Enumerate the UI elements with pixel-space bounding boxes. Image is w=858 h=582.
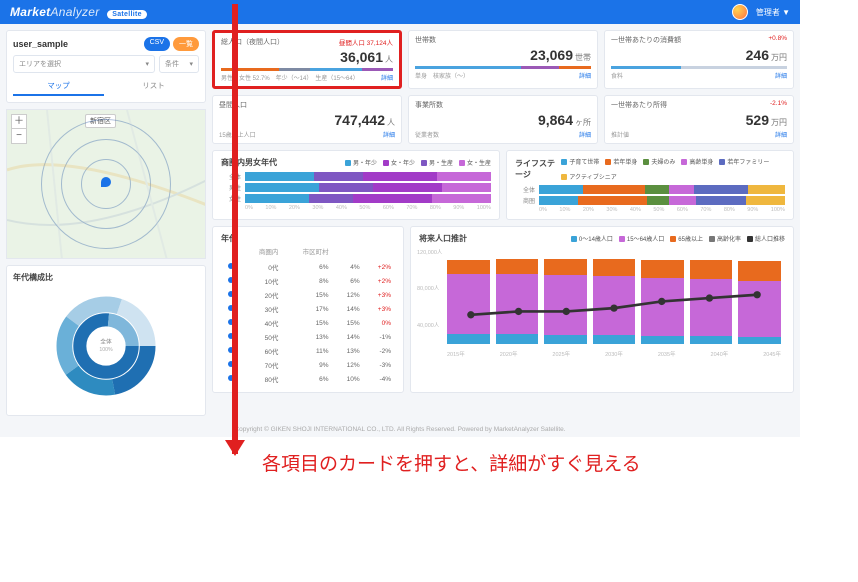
- tab-map[interactable]: マップ: [13, 77, 104, 96]
- donut-chart: 全体 100%: [51, 291, 161, 401]
- annotation-text: 各項目のカードを押すと、詳細がすぐ見える: [262, 449, 800, 476]
- svg-text:全体: 全体: [100, 337, 112, 345]
- map[interactable]: ＋− 新宿区: [6, 109, 206, 259]
- combo-panel: 将来人口推計 0〜14歳人口15〜64歳人口65歳以上高齢化率総人口推移 120…: [410, 226, 794, 393]
- kpi-card[interactable]: 一世帯あたりの消費額+0.8% 246万円 食料詳細: [604, 30, 794, 89]
- combo-chart: 120,000人 80,000人 40,000人 2015年2020年2025年…: [419, 248, 785, 358]
- kpi-card[interactable]: 総人口（夜間人口）昼間人口 37,124人 36,061人 男性 女性 52.7…: [212, 30, 402, 89]
- list-button[interactable]: 一覧: [173, 37, 199, 51]
- username: user_sample: [13, 39, 68, 49]
- panel-life: ライフステージ 子育て世帯若年単身夫婦のみ高齢単身若年ファミリーアクティブシニア…: [506, 150, 794, 220]
- kpi-card[interactable]: 一世帯あたり所得-2.1% 529万円 推計値詳細: [604, 95, 794, 144]
- app-root: MarketAnalyzer Satellite 管理者 ▼ user_samp…: [0, 0, 800, 437]
- user-card: user_sample CSV 一覧 エリアを選択▾ 条件▾ マップ リスト: [6, 30, 206, 103]
- legend-life: 子育て世帯若年単身夫婦のみ高齢単身若年ファミリーアクティブシニア: [561, 157, 785, 181]
- panel-life-title: ライフステージ: [515, 158, 561, 180]
- age-table: 商圏内市区町村0代6%4%+2%10代8%6%+2%20代15%12%+3%30…: [221, 244, 395, 386]
- bars-life: 全体商圏: [515, 185, 785, 205]
- annotation: 各項目のカードを押すと、詳細がすぐ見える: [0, 449, 800, 476]
- area-select[interactable]: エリアを選択▾: [13, 55, 155, 73]
- panel-age-title: 商圏内男女年代: [221, 157, 277, 168]
- chevron-down-icon: ▾: [189, 60, 193, 68]
- cond-select[interactable]: 条件▾: [159, 55, 199, 73]
- donut-title: 年代構成比: [13, 272, 199, 283]
- avatar[interactable]: [732, 4, 748, 20]
- user-menu[interactable]: 管理者 ▼: [756, 7, 790, 18]
- legend-age: 男・年少女・年少男・生産女・生産: [345, 158, 491, 167]
- legend-combo: 0〜14歳人口15〜64歳人口65歳以上高齢化率総人口推移: [571, 234, 785, 243]
- kpi-card[interactable]: 世帯数 23,069世帯 単身 核家族（〜）詳細: [408, 30, 598, 89]
- arrow-icon: [232, 4, 238, 454]
- combo-title: 将来人口推計: [419, 233, 467, 244]
- donut-card: 年代構成比 全体 100%: [6, 265, 206, 416]
- map-roads: [7, 110, 205, 258]
- age-table-panel: 年代 商圏内市区町村0代6%4%+2%10代8%6%+2%20代15%12%+3…: [212, 226, 404, 393]
- tab-list[interactable]: リスト: [108, 77, 199, 96]
- kpi-card[interactable]: 昼間人口 747,442人 15歳以上人口詳細: [212, 95, 402, 144]
- brand-logo: MarketAnalyzer Satellite: [10, 5, 147, 19]
- panel-age: 商圏内男女年代 男・年少女・年少男・生産女・生産 全体男性女性 0%10%20%…: [212, 150, 500, 220]
- topbar: MarketAnalyzer Satellite 管理者 ▼: [0, 0, 800, 24]
- kpi-card[interactable]: 事業所数 9,864ヶ所 従業者数詳細: [408, 95, 598, 144]
- csv-button[interactable]: CSV: [144, 37, 170, 51]
- table-title: 年代: [221, 233, 395, 244]
- chevron-down-icon: ▾: [145, 60, 149, 68]
- kpi-grid: 総人口（夜間人口）昼間人口 37,124人 36,061人 男性 女性 52.7…: [212, 30, 794, 144]
- svg-text:100%: 100%: [99, 347, 113, 353]
- bars-age: 全体男性女性: [221, 172, 491, 203]
- brand-badge: Satellite: [107, 10, 147, 19]
